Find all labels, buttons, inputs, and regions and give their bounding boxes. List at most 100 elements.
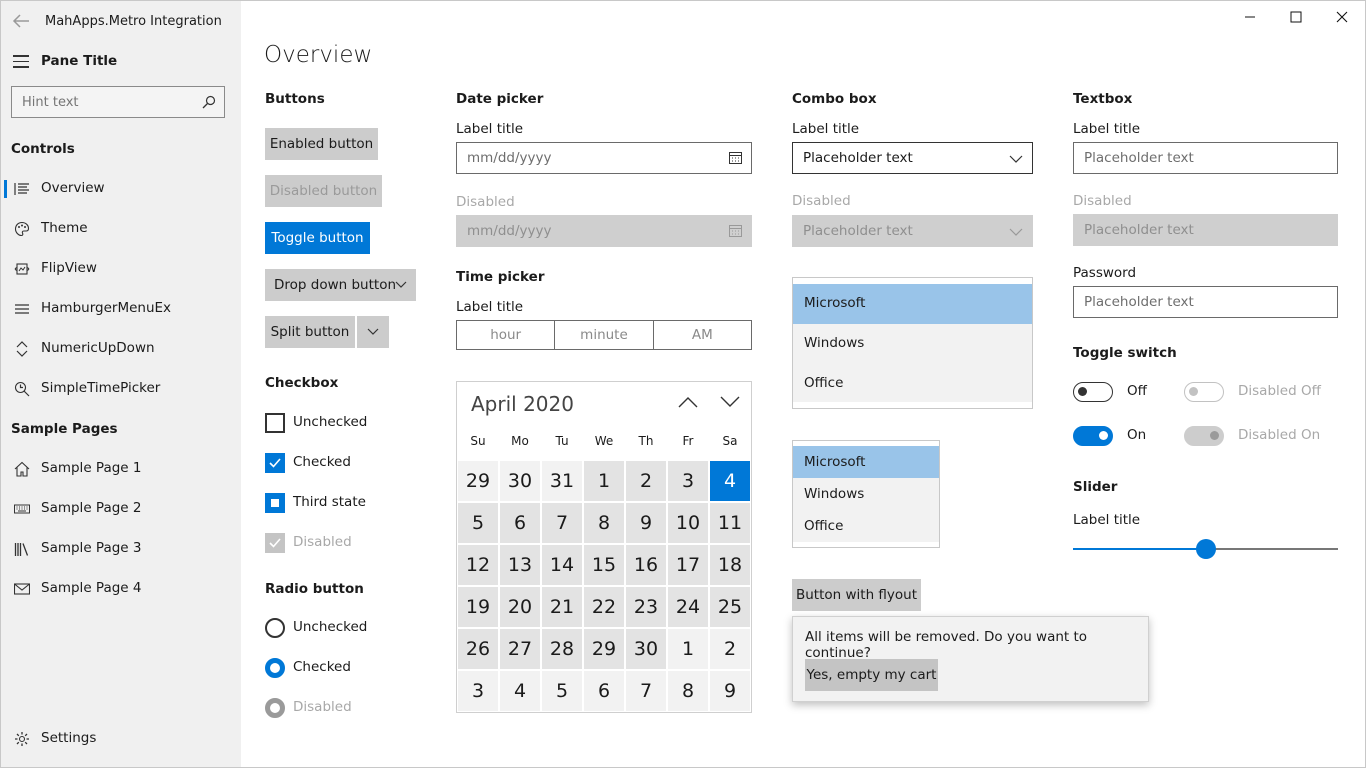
toggle-button[interactable]: Toggle button	[265, 222, 370, 254]
toggle-on[interactable]	[1073, 426, 1113, 446]
calendar-day[interactable]: 28	[542, 629, 582, 669]
chevron-up-icon[interactable]	[678, 395, 698, 409]
toggle-off[interactable]	[1073, 382, 1113, 402]
checkbox-checked[interactable]	[265, 453, 285, 473]
nav-item-settings[interactable]: Settings	[4, 721, 241, 757]
radio-unchecked[interactable]	[265, 618, 285, 638]
calendar-day[interactable]: 29	[584, 629, 624, 669]
calendar-day[interactable]: 1	[584, 461, 624, 501]
list-item[interactable]: Windows	[793, 478, 939, 510]
text-input[interactable]: Placeholder text	[1073, 142, 1338, 174]
calendar-day[interactable]: 9	[710, 671, 750, 711]
calendar-day[interactable]: 4	[710, 461, 750, 501]
calendar-day[interactable]: 14	[542, 545, 582, 585]
calendar-day[interactable]: 5	[542, 671, 582, 711]
close-icon[interactable]	[1331, 6, 1353, 28]
calendar-day[interactable]: 26	[458, 629, 498, 669]
nav-item-sample-page-2[interactable]: Sample Page 2	[4, 491, 241, 527]
nav-item-simpletimepicker[interactable]: SimpleTimePicker	[4, 371, 241, 407]
minute-field[interactable]: minute	[555, 321, 654, 349]
nav-item-hamburgermenuex[interactable]: HamburgerMenuEx	[4, 291, 241, 327]
calendar-day[interactable]: 6	[584, 671, 624, 711]
minimize-icon[interactable]	[1239, 6, 1261, 28]
search-input[interactable]	[12, 87, 192, 117]
flyout-button[interactable]: Button with flyout	[792, 579, 921, 611]
combobox-header: Combo box	[792, 91, 877, 107]
nav-item-numericupdown[interactable]: NumericUpDown	[4, 331, 241, 367]
dropdown-button[interactable]: Drop down button	[265, 269, 416, 301]
radio-checked[interactable]	[265, 658, 285, 678]
date-input[interactable]: mm/dd/yyyy	[456, 142, 752, 174]
nav-item-overview[interactable]: Overview	[4, 171, 241, 207]
list-item[interactable]: Office	[793, 364, 1032, 404]
date-input-disabled: mm/dd/yyyy	[456, 215, 752, 247]
calendar-day[interactable]: 21	[542, 587, 582, 627]
calendar-day[interactable]: 10	[668, 503, 708, 543]
calendar-day[interactable]: 9	[626, 503, 666, 543]
timepicker-label: Label title	[456, 299, 524, 315]
calendar-day[interactable]: 1	[668, 629, 708, 669]
maximize-icon[interactable]	[1285, 6, 1307, 28]
nav-item-sample-page-1[interactable]: Sample Page 1	[4, 451, 241, 487]
calendar-day[interactable]: 29	[458, 461, 498, 501]
calendar-day[interactable]: 4	[500, 671, 540, 711]
nav-item-sample-page-4[interactable]: Sample Page 4	[4, 571, 241, 607]
list-item[interactable]: Office	[793, 510, 939, 542]
list-item[interactable]: Microsoft	[793, 446, 939, 478]
calendar-day[interactable]: 16	[626, 545, 666, 585]
app-title: MahApps.Metro Integration	[45, 14, 222, 29]
nav-item-sample-page-3[interactable]: Sample Page 3	[4, 531, 241, 567]
search-icon[interactable]	[202, 95, 216, 109]
split-button[interactable]: Split button	[265, 316, 355, 348]
calendar-day[interactable]: 2	[626, 461, 666, 501]
password-input[interactable]: Placeholder text	[1073, 286, 1338, 318]
checkbox-third-state[interactable]	[265, 493, 285, 513]
confirm-button[interactable]: Yes, empty my cart	[805, 659, 938, 691]
calendar-day[interactable]: 27	[500, 629, 540, 669]
calendar-day[interactable]: 22	[584, 587, 624, 627]
calendar-day[interactable]: 20	[500, 587, 540, 627]
calendar-day[interactable]: 13	[500, 545, 540, 585]
nav-item-label: Sample Page 2	[41, 500, 142, 516]
list-item[interactable]: Windows	[793, 324, 1032, 364]
list-item[interactable]: Microsoft	[793, 284, 1032, 324]
calendar-day[interactable]: 18	[710, 545, 750, 585]
hour-field[interactable]: hour	[457, 321, 556, 349]
nav-item-flipview[interactable]: FlipView	[4, 251, 241, 287]
calendar-day[interactable]: 17	[668, 545, 708, 585]
calendar-day[interactable]: 23	[626, 587, 666, 627]
calendar-day[interactable]: 25	[710, 587, 750, 627]
nav-item-theme[interactable]: Theme	[4, 211, 241, 247]
calendar-day[interactable]: 11	[710, 503, 750, 543]
calendar-day[interactable]: 8	[668, 671, 708, 711]
back-arrow-icon[interactable]	[11, 11, 33, 33]
calendar-day[interactable]: 24	[668, 587, 708, 627]
calendar-month[interactable]: April 2020	[471, 392, 574, 416]
calendar-day[interactable]: 3	[458, 671, 498, 711]
time-picker[interactable]: hour minute AM	[456, 320, 752, 350]
calendar-day[interactable]: 3	[668, 461, 708, 501]
calendar-day[interactable]: 30	[626, 629, 666, 669]
slider-thumb[interactable]	[1196, 539, 1216, 559]
calendar-day[interactable]: 15	[584, 545, 624, 585]
calendar-day[interactable]: 30	[500, 461, 540, 501]
calendar-day[interactable]: 2	[710, 629, 750, 669]
enabled-button[interactable]: Enabled button	[265, 128, 378, 160]
calendar-day[interactable]: 12	[458, 545, 498, 585]
calendar-day[interactable]: 7	[542, 503, 582, 543]
calendar-day[interactable]: 5	[458, 503, 498, 543]
chevron-down-icon[interactable]	[720, 395, 740, 409]
slider[interactable]	[1073, 539, 1338, 559]
hamburger-icon[interactable]	[13, 55, 29, 69]
calendar-icon[interactable]	[729, 151, 743, 164]
calendar-day[interactable]: 19	[458, 587, 498, 627]
split-button-dropdown[interactable]	[357, 316, 389, 348]
calendar-day[interactable]: 7	[626, 671, 666, 711]
calendar-day[interactable]: 8	[584, 503, 624, 543]
checkbox-unchecked[interactable]	[265, 413, 285, 433]
buttons-header: Buttons	[265, 91, 325, 107]
combo-box[interactable]: Placeholder text	[792, 142, 1033, 174]
ampm-field[interactable]: AM	[654, 321, 751, 349]
calendar-day[interactable]: 31	[542, 461, 582, 501]
calendar-day[interactable]: 6	[500, 503, 540, 543]
